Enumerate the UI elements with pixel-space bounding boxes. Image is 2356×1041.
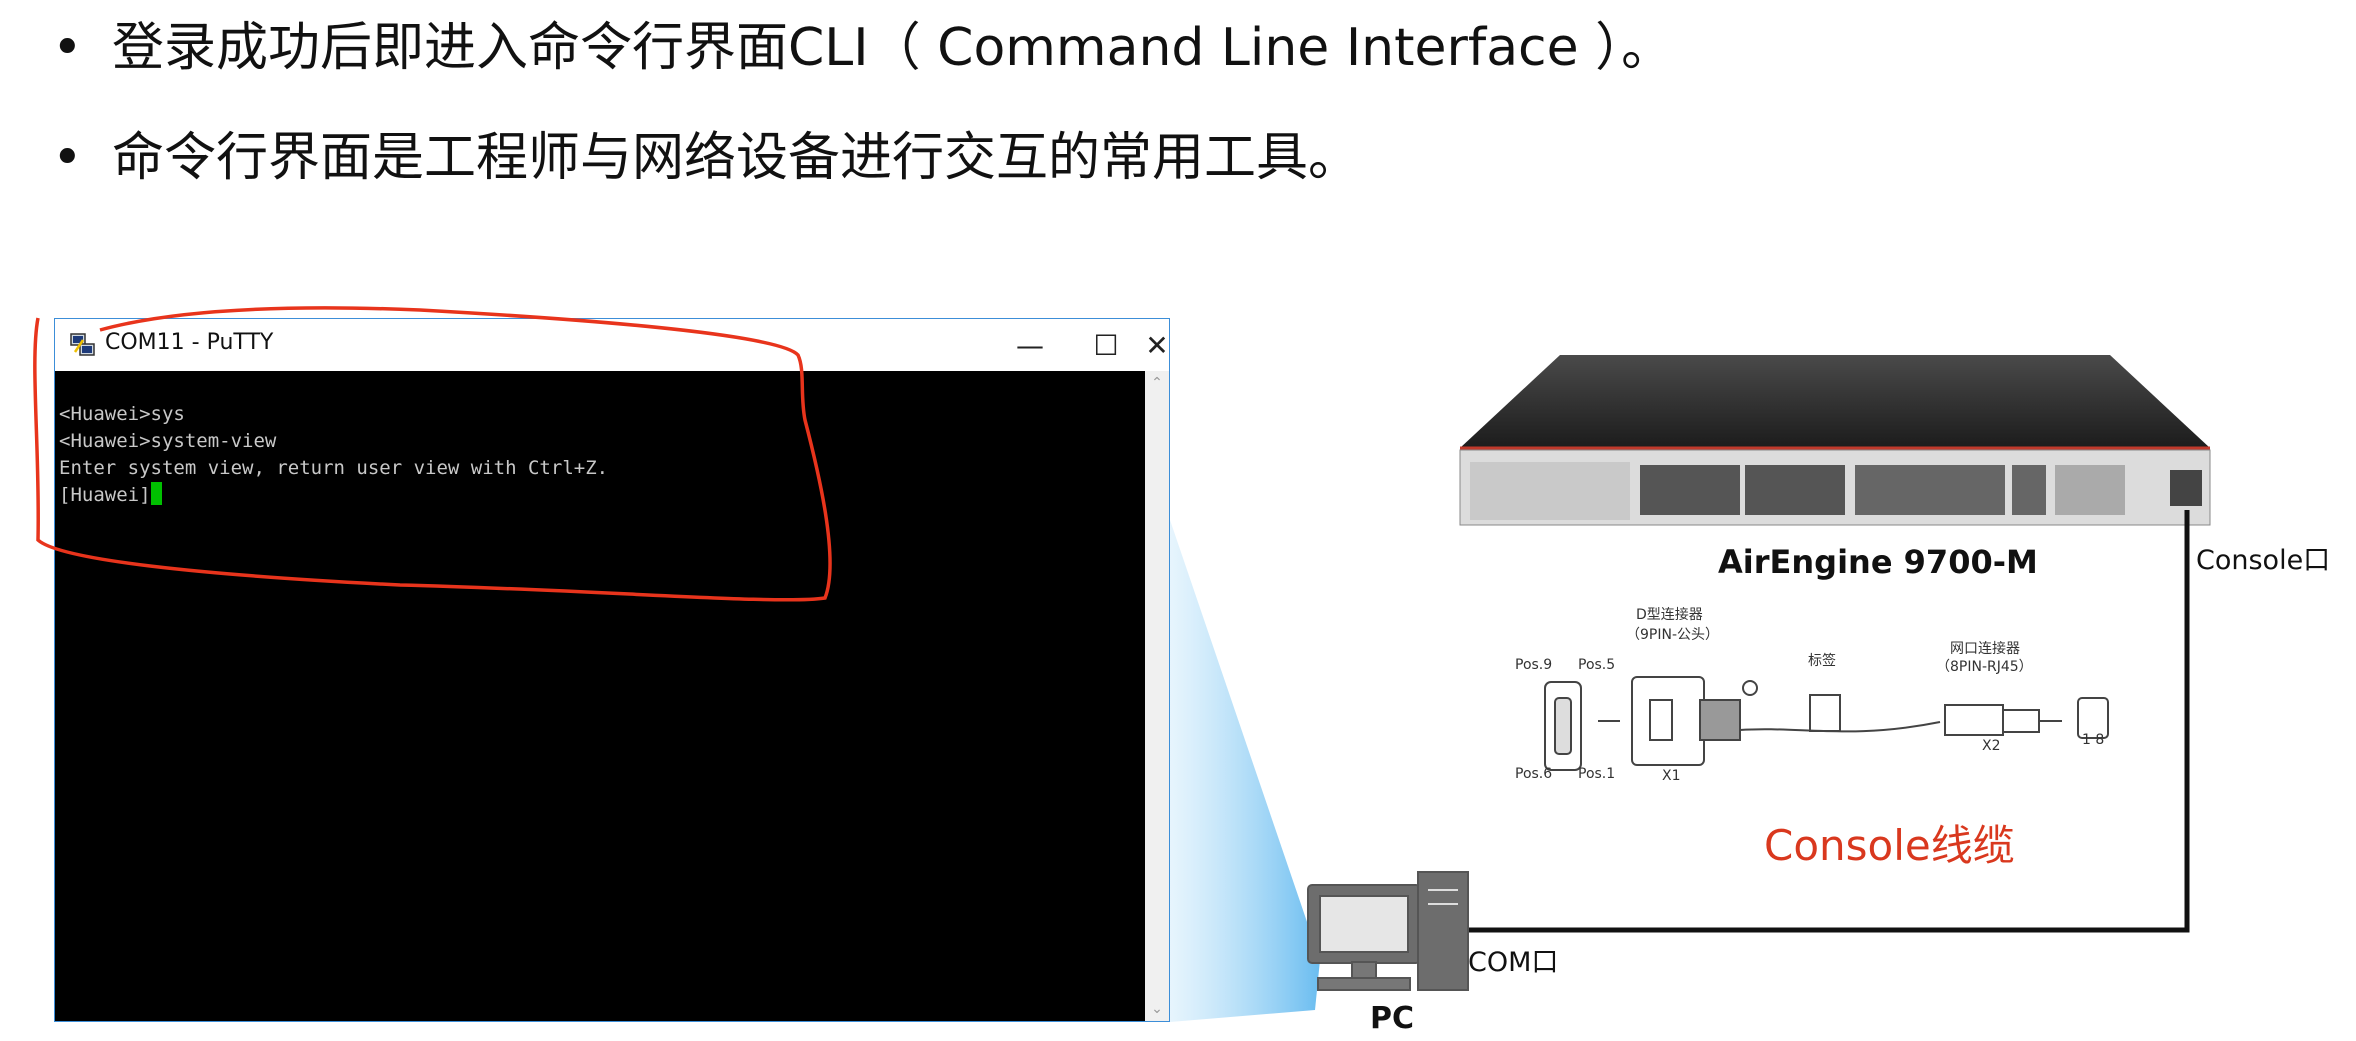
connector-d-pins-label: （9PIN-公头） xyxy=(1626,627,1720,643)
pc-label: PC xyxy=(1370,1001,1415,1036)
pin-range-label: 1 8 xyxy=(2082,732,2105,748)
x1-label: X1 xyxy=(1662,768,1681,784)
pos9-label: Pos.9 xyxy=(1515,657,1553,673)
projection-beam xyxy=(1170,520,1320,1022)
pos6-label: Pos.6 xyxy=(1515,766,1553,782)
x2-label: X2 xyxy=(1982,738,2001,754)
diagram-drawing xyxy=(33,306,2211,1022)
connector-rj45-pins-label: （8PIN-RJ45） xyxy=(1936,659,2033,675)
connector-d-type-label: D型连接器 xyxy=(1636,607,1703,623)
red-annotation-loop xyxy=(33,306,832,602)
tag-label: 标签 xyxy=(1808,653,1836,669)
ethernet-ports xyxy=(1640,465,2202,515)
device-name-label: AirEngine 9700-M xyxy=(1718,543,2038,581)
console-port-label: Console口 xyxy=(2196,545,2331,576)
pos1-label: Pos.1 xyxy=(1578,766,1616,782)
connector-rj45-label: 网口连接器 xyxy=(1950,641,2020,657)
console-cable-illustration xyxy=(1544,676,2109,771)
pos5-label: Pos.5 xyxy=(1578,657,1616,673)
airengine-device xyxy=(1459,355,2211,526)
console-cable-label: Console线缆 xyxy=(1764,821,2015,870)
com-port-label: COM口 xyxy=(1468,947,1559,978)
pc-icon xyxy=(1307,871,1469,991)
